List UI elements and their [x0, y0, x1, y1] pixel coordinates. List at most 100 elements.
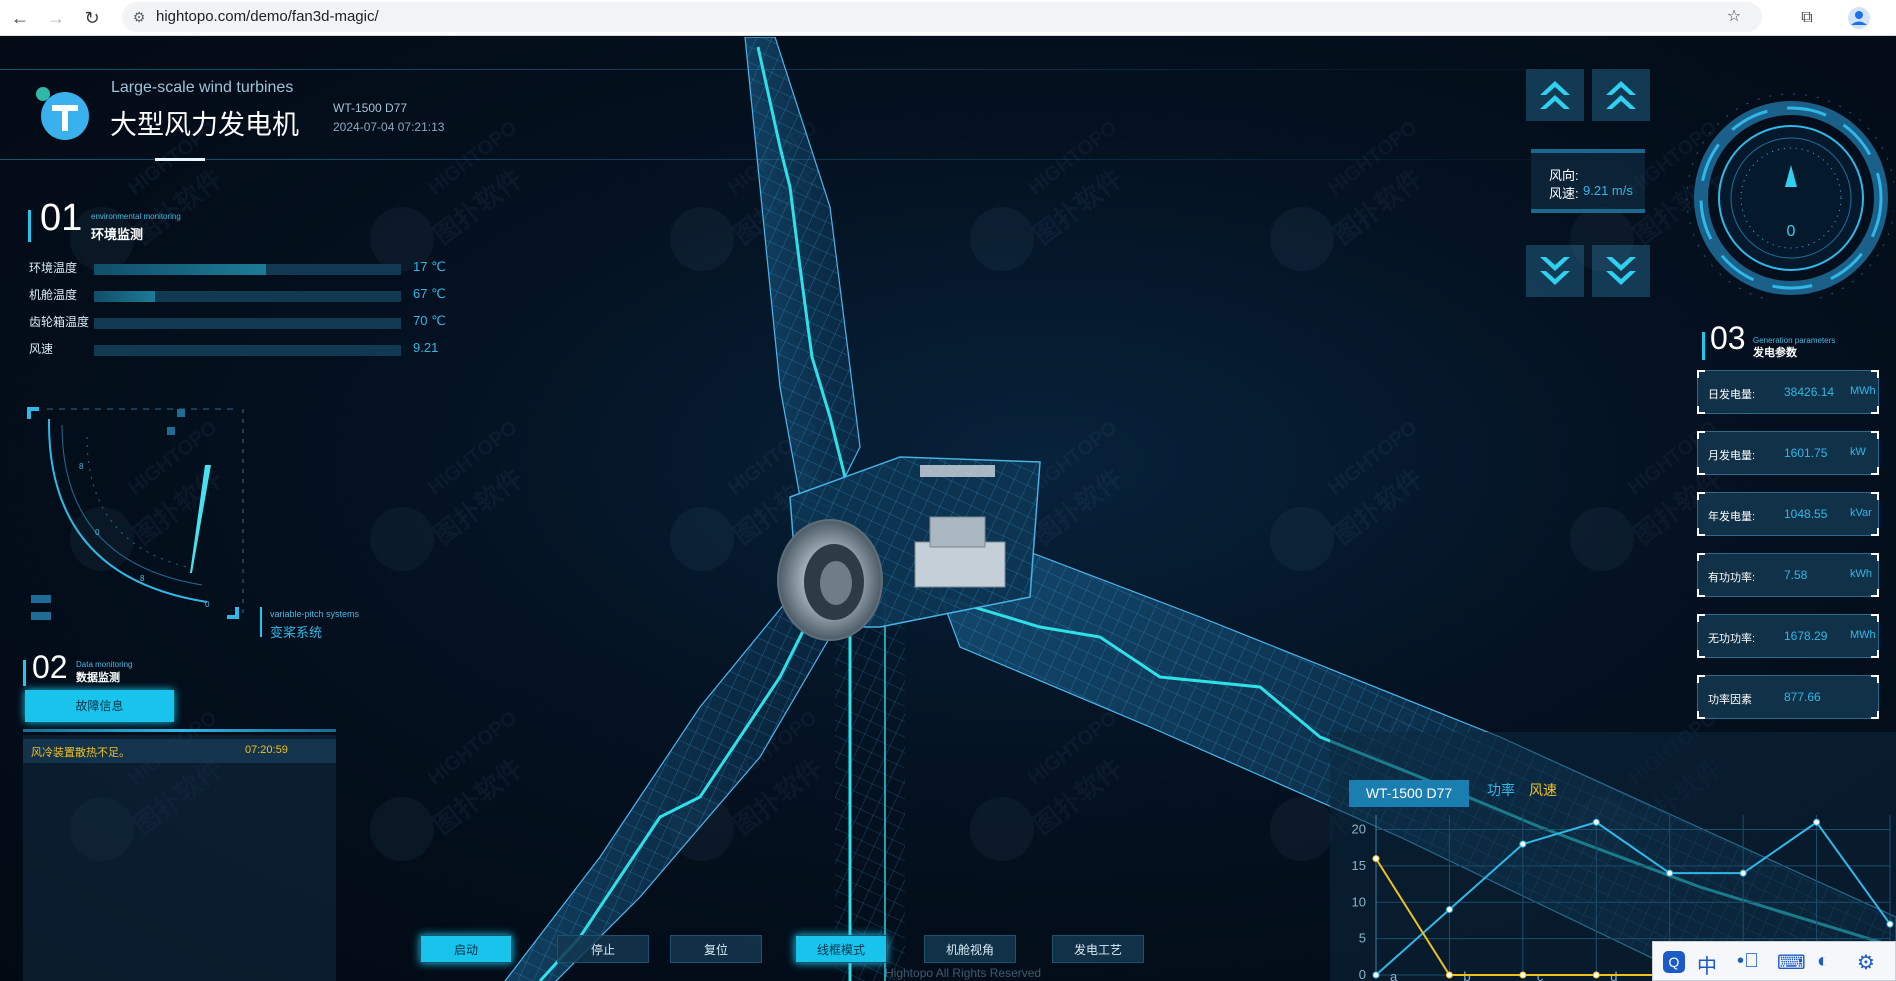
fault-message: 风冷装置散热不足。 [31, 747, 130, 759]
param-value: 877.66 [1784, 690, 1821, 704]
chart-point [1813, 818, 1821, 826]
chart-y-tick-label: 20 [1352, 822, 1366, 837]
generation-param: 日发电量: 38426.14 MWh [1697, 370, 1879, 414]
wind-speed-value: 9.21 m/s [1583, 183, 1633, 198]
double-chevron-up-icon [1540, 81, 1570, 109]
env-progress-track [94, 318, 401, 329]
fault-info-button[interactable]: 故障信息 [25, 690, 174, 722]
pitch-gauge: 8 0 8 0 [27, 407, 244, 620]
env-section-number: 01 [40, 197, 83, 239]
ime-settings-icon[interactable]: ⚙ [1857, 950, 1875, 975]
chart-point [1592, 818, 1600, 826]
chart-point [1445, 971, 1453, 979]
dashboard: 图扑软件 HIGHTOPO 图扑软件 HIGHTOPO 图扑软件 HIGHTOPO 图扑软件… [0, 37, 1896, 981]
pitch-gauge-tick: 8 [79, 462, 84, 471]
chart-tab-wind[interactable]: 风速 [1529, 780, 1557, 800]
param-value: 1601.75 [1784, 446, 1828, 460]
double-chevron-down-icon [1606, 257, 1636, 285]
env-label: 齿轮箱温度 [29, 315, 90, 329]
chart-tab-power[interactable]: 功率 [1487, 780, 1515, 800]
control-button[interactable]: 机舱视角 [924, 935, 1016, 963]
app-title-en: Large-scale wind turbines [111, 79, 294, 96]
fault-list: 风冷装置散热不足。 07:20:59 [23, 735, 336, 981]
param-label: 功率因素 [1708, 694, 1752, 706]
reload-icon[interactable]: ↻ [80, 6, 104, 30]
data-section-title: 数据监测 [76, 672, 120, 684]
site-info-icon[interactable]: ⚙ [130, 8, 148, 26]
chart-point [1666, 869, 1674, 877]
param-unit: kVar [1850, 507, 1872, 519]
chart-point [1445, 906, 1453, 914]
param-label: 有功功率: [1708, 572, 1756, 584]
wind-increase-button[interactable] [1526, 69, 1584, 121]
pitch-gauge-tick: 0 [95, 528, 100, 537]
gen-section-number: 03 [1710, 320, 1746, 356]
pitch-title: 变桨系统 [270, 625, 323, 640]
app-title: 大型风力发电机 [110, 110, 299, 140]
env-row: 风速 9.21 [29, 338, 459, 358]
chart-point [1886, 920, 1894, 928]
fault-row[interactable]: 风冷装置散热不足。 07:20:59 [23, 739, 336, 763]
param-unit: kWh [1850, 568, 1872, 580]
ime-chinese-toggle[interactable]: 中 [1697, 950, 1717, 979]
header-divider-top [0, 69, 1530, 70]
control-button[interactable]: 线框模式 [795, 935, 887, 963]
browser-toolbar: ← → ↻ ⚙ hightopo.com/demo/fan3d-magic/ ☆… [0, 0, 1896, 36]
forward-icon[interactable]: → [44, 6, 68, 30]
ime-punctuation-toggle[interactable]: •ﾟ [1737, 950, 1759, 973]
generation-param: 年发电量: 1048.55 kVar [1697, 492, 1879, 536]
chart-y-tick-label: 0 [1359, 967, 1366, 981]
address-bar[interactable]: ⚙ hightopo.com/demo/fan3d-magic/ ☆ [122, 2, 1762, 32]
env-progress-track [94, 291, 401, 302]
wind-direction-compass: 0 [1686, 93, 1894, 299]
chart-x-tick-label: a [1390, 969, 1398, 981]
url-text: hightopo.com/demo/fan3d-magic/ [156, 8, 379, 25]
env-progress-fill [94, 264, 266, 275]
section-bar [1702, 332, 1705, 360]
chart-point [1372, 971, 1380, 979]
env-row: 齿轮箱温度 70 ℃ [29, 311, 459, 331]
wind-decrease-button[interactable] [1526, 245, 1584, 297]
chart-tab-model[interactable]: WT-1500 D77 [1349, 780, 1469, 807]
param-label: 月发电量: [1708, 450, 1756, 462]
ime-toolbar[interactable]: Q 中 •ﾟ ⌨ ◐ ⚙ [1652, 941, 1896, 981]
chart-y-tick-label: 10 [1352, 894, 1366, 909]
chart-point [1592, 971, 1600, 979]
control-button[interactable]: 复位 [670, 935, 762, 963]
double-chevron-down-icon [1540, 257, 1570, 285]
env-progress-track [94, 345, 401, 356]
data-section-title-en: Data monitoring [76, 660, 133, 669]
control-button[interactable]: 发电工艺 [1052, 935, 1144, 963]
env-section-title: 环境监测 [91, 227, 144, 242]
env-value: 67 ℃ [413, 286, 446, 301]
section-bar [23, 660, 26, 686]
data-section-number: 02 [32, 649, 68, 685]
extensions-icon[interactable]: ⧉ [1795, 6, 1819, 30]
generation-param: 有功功率: 7.58 kWh [1697, 553, 1879, 597]
wind-speed-label: 风速: [1549, 186, 1579, 201]
profile-icon[interactable] [1847, 6, 1871, 30]
control-button[interactable]: 启动 [420, 935, 512, 963]
param-value: 38426.14 [1784, 385, 1835, 399]
ime-keyboard-icon[interactable]: ⌨ [1777, 950, 1806, 975]
param-value: 1048.55 [1784, 507, 1828, 521]
env-label: 风速 [29, 342, 54, 356]
env-section-title-en: environmental monitoring [91, 212, 181, 221]
bookmark-star-icon[interactable]: ☆ [1722, 5, 1746, 29]
param-label: 无功功率: [1708, 633, 1756, 645]
generation-param: 月发电量: 1601.75 kW [1697, 431, 1879, 475]
generation-param: 功率因素 877.66 [1697, 675, 1879, 719]
speed-increase-button[interactable] [1592, 69, 1650, 121]
control-button[interactable]: 停止 [557, 935, 649, 963]
env-row: 机舱温度 67 ℃ [29, 284, 459, 304]
section-bar [28, 210, 31, 242]
header-divider-bottom [0, 159, 1530, 160]
speed-decrease-button[interactable] [1592, 245, 1650, 297]
pitch-gauge-tick: 8 [140, 574, 145, 583]
double-chevron-up-icon [1606, 81, 1636, 109]
datetime: 2024-07-04 07:21:13 [333, 120, 445, 134]
turbine-model: WT-1500 D77 [333, 101, 408, 115]
back-icon[interactable]: ← [8, 6, 32, 30]
ime-skin-icon[interactable]: ◐ [1817, 950, 1829, 973]
param-value: 1678.29 [1784, 629, 1828, 643]
